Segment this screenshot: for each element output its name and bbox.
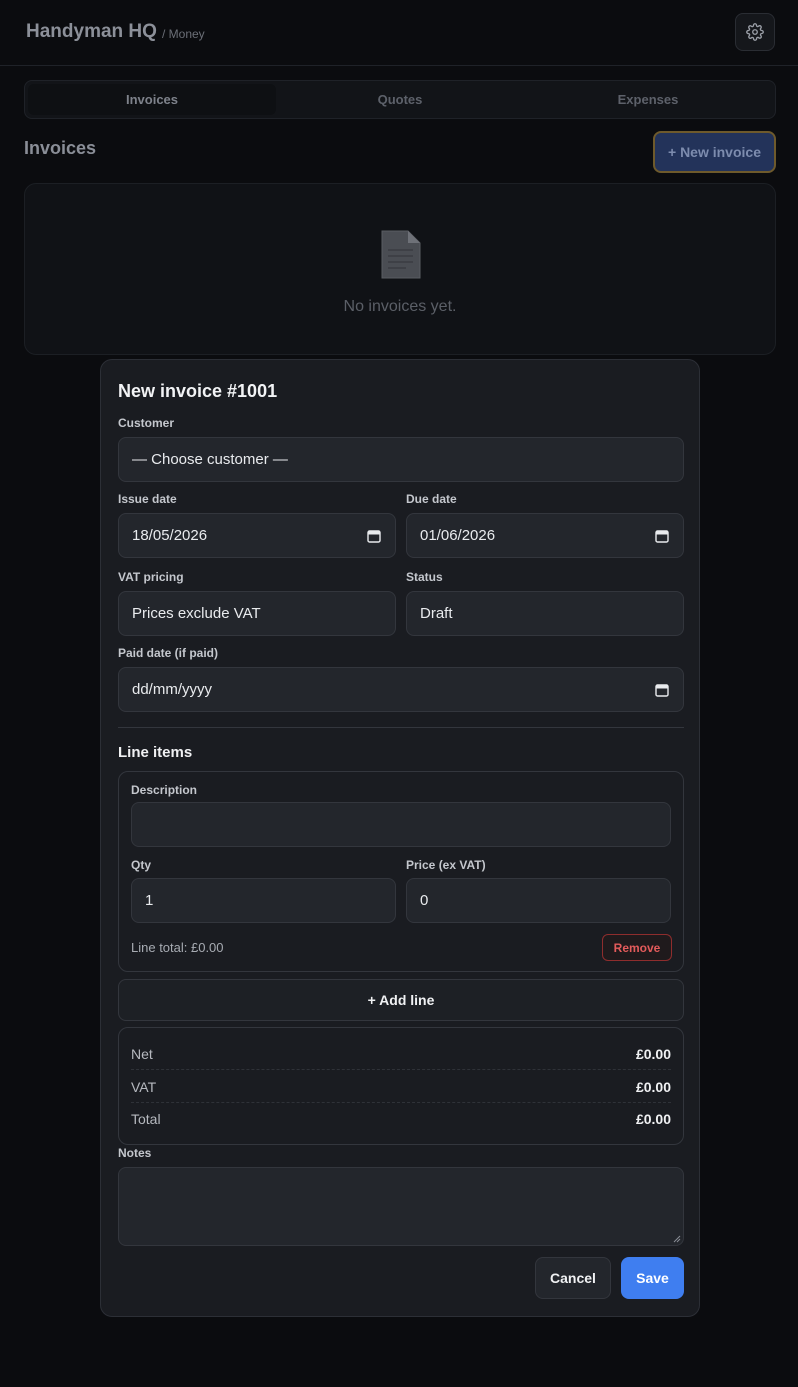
due-date-value: 01/06/2026 — [420, 527, 496, 544]
vat-pricing-value: Prices exclude VAT — [132, 605, 261, 622]
add-line-button[interactable]: + Add line — [118, 979, 684, 1021]
price-value: 0 — [420, 892, 429, 909]
status-value: Draft — [420, 605, 453, 622]
issue-date-value: 18/05/2026 — [132, 527, 208, 544]
remove-line-button[interactable]: Remove — [602, 934, 672, 961]
paid-date-label: Paid date (if paid) — [118, 646, 219, 660]
new-invoice-modal: New invoice #1001 Customer — Choose cust… — [100, 359, 700, 1317]
qty-label: Qty — [131, 858, 152, 872]
money-tabs: Invoices Quotes Expenses — [24, 80, 776, 119]
calendar-icon[interactable] — [367, 529, 381, 543]
price-input[interactable]: 0 — [406, 878, 671, 923]
tab-invoices[interactable]: Invoices — [28, 84, 276, 115]
vat-amount: £0.00 — [635, 1078, 671, 1095]
document-icon — [381, 230, 421, 279]
cancel-button[interactable]: Cancel — [535, 1257, 611, 1299]
empty-state-card: No invoices yet. — [24, 183, 776, 355]
calendar-icon[interactable] — [655, 683, 669, 697]
resize-handle-icon[interactable] — [673, 1235, 681, 1243]
total-label: Total — [131, 1111, 161, 1127]
invoices-heading: Invoices — [24, 138, 97, 158]
tab-expenses[interactable]: Expenses — [524, 84, 772, 115]
section-divider — [118, 727, 684, 728]
due-date-label: Due date — [406, 492, 457, 506]
issue-date-label: Issue date — [118, 492, 177, 506]
line-total: Line total: £0.00 — [131, 940, 224, 955]
modal-title: New invoice #1001 — [118, 381, 278, 401]
total-row: Total £0.00 — [131, 1103, 671, 1135]
tab-quotes[interactable]: Quotes — [276, 84, 524, 115]
totals-card: Net £0.00 VAT £0.00 Total £0.00 — [118, 1027, 684, 1145]
total-amount: £0.00 — [635, 1111, 671, 1127]
description-input[interactable] — [131, 802, 671, 847]
vat-label: VAT — [131, 1078, 157, 1095]
vat-pricing-select[interactable]: Prices exclude VAT — [118, 591, 396, 636]
customer-select[interactable]: — Choose customer — — [118, 437, 684, 482]
breadcrumb: / Money — [162, 27, 205, 41]
net-amount: £0.00 — [635, 1045, 671, 1062]
save-button[interactable]: Save — [621, 1257, 684, 1299]
customer-select-value: — Choose customer — — [132, 451, 288, 468]
qty-input[interactable]: 1 — [131, 878, 396, 923]
calendar-icon[interactable] — [655, 529, 669, 543]
net-label: Net — [131, 1045, 153, 1062]
settings-button[interactable] — [735, 13, 775, 51]
due-date-input[interactable]: 01/06/2026 — [406, 513, 684, 558]
qty-value: 1 — [145, 892, 154, 909]
paid-date-value: dd/mm/yyyy — [132, 681, 213, 698]
vat-row: VAT £0.00 — [131, 1071, 671, 1103]
customer-label: Customer — [118, 416, 175, 430]
notes-label: Notes — [118, 1146, 152, 1160]
line-items-heading: Line items — [118, 744, 193, 761]
app-header: Handyman HQ / Money — [0, 0, 798, 66]
line-item-card: Description Qty 1 Price (ex VAT) 0 Line … — [118, 771, 684, 972]
status-select[interactable]: Draft — [406, 591, 684, 636]
status-label: Status — [406, 570, 443, 584]
notes-textarea[interactable] — [118, 1167, 684, 1246]
paid-date-input[interactable]: dd/mm/yyyy — [118, 667, 684, 712]
price-label: Price (ex VAT) — [406, 858, 486, 872]
description-label: Description — [131, 783, 198, 797]
brand-title: Handyman HQ — [26, 21, 157, 42]
new-invoice-button[interactable]: + New invoice — [653, 131, 776, 173]
vat-pricing-label: VAT pricing — [118, 570, 184, 584]
issue-date-input[interactable]: 18/05/2026 — [118, 513, 396, 558]
empty-state-text: No invoices yet. — [343, 298, 457, 315]
net-row: Net £0.00 — [131, 1038, 671, 1070]
gear-icon — [746, 23, 764, 41]
